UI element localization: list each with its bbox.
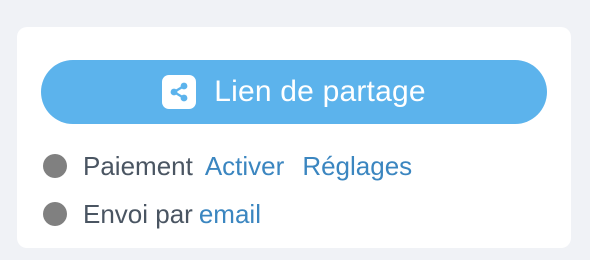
- payment-label: Paiement: [83, 150, 193, 181]
- payment-settings-link[interactable]: Réglages: [302, 151, 412, 182]
- share-link-button[interactable]: Lien de partage: [41, 60, 547, 124]
- activate-payment-link[interactable]: Activer: [205, 151, 284, 182]
- email-status-dot: [43, 202, 67, 226]
- share-settings-card: Lien de partage Paiement Activer Réglage…: [17, 27, 571, 248]
- share-link-label: Lien de partage: [214, 75, 426, 108]
- email-label: Envoi par: [83, 198, 193, 229]
- payment-row: Paiement Activer Réglages: [43, 148, 412, 184]
- email-link[interactable]: email: [199, 199, 261, 230]
- email-row: Envoi par email: [43, 196, 261, 232]
- share-icon: [162, 75, 197, 109]
- payment-status-dot: [43, 154, 67, 178]
